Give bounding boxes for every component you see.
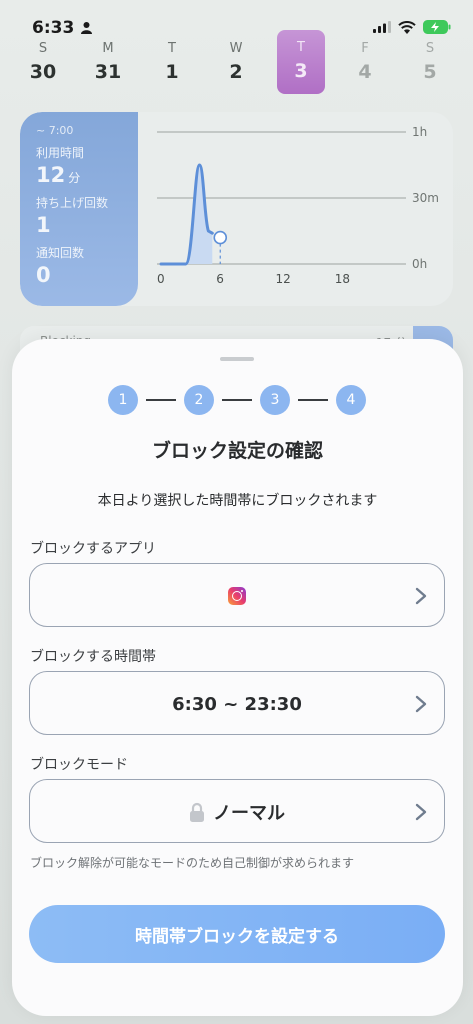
day-number: 31 [94,61,122,83]
signal-icon [373,21,391,33]
day-number: 4 [358,61,372,83]
sheet-title: ブロック設定の確認 [151,440,323,462]
step-1: 1 [108,385,138,415]
usage-time-unit: 分 [68,171,81,185]
lock-icon [190,802,204,822]
y-tick-label: 1h [412,125,427,139]
status-indicators [373,20,451,34]
apps-field-content [30,564,444,628]
block-mode-field[interactable]: ノーマル [29,779,445,843]
apps-label: ブロックするアプリ [30,541,156,557]
pickups-label: 持ち上げ回数 [36,196,109,210]
mode-note: ブロック解除が可能なモードのため自己制御が求められます [30,856,355,870]
day-number: 1 [165,61,179,83]
time-range-label: ブロックする時間帯 [30,649,156,665]
day-letter: S [38,41,48,56]
day-letter: W [229,41,243,56]
x-tick-label: 0 [157,272,165,286]
step-4: 4 [336,385,366,415]
wifi-icon [398,20,416,34]
usage-summary: ~ 7:00 利用時間 12 分 持ち上げ回数 1 通知回数 0 [20,112,138,306]
day-number: 2 [229,61,243,83]
day-number: 3 [294,60,308,82]
time-range: ~ 7:00 [36,124,74,137]
set-block-button[interactable]: 時間帯ブロックを設定する [29,905,445,963]
sheet-grabber[interactable] [220,357,254,361]
step-indicator: 1 2 3 4 [108,385,366,415]
day-5[interactable]: F4 [341,38,389,94]
day-4[interactable]: T3 [277,30,325,94]
block-mode-field-content: ノーマル [30,780,444,844]
x-tick-label: 12 [276,272,291,286]
step-connector [146,399,176,401]
current-time-marker [213,230,228,245]
time-range-value: 6:30 ~ 23:30 [172,693,302,715]
apps-select-field[interactable] [29,563,445,627]
status-time: 6:33 [32,18,75,38]
y-tick-label: 30m [412,191,439,205]
chevron-right-icon [415,803,427,821]
chevron-right-icon [415,695,427,713]
day-3[interactable]: W2 [212,38,260,94]
day-letter: M [102,41,114,56]
step-2: 2 [184,385,214,415]
day-letter: T [297,40,305,55]
battery-charging-icon [423,20,451,34]
day-number: 30 [29,61,57,83]
x-tick-label: 6 [216,272,224,286]
usage-time-value: 12 分 [36,163,81,187]
time-range-field[interactable]: 6:30 ~ 23:30 [29,671,445,735]
sheet-subtitle: 本日より選択した時間帯にブロックされます [97,493,378,509]
notifications-value: 0 [36,263,51,287]
day-letter: S [425,41,435,56]
usage-time-label: 利用時間 [36,146,85,160]
chevron-right-icon [415,587,427,605]
day-letter: T [168,41,176,56]
time-range-field-content: 6:30 ~ 23:30 [30,672,444,736]
day-1[interactable]: M 31 [84,38,132,94]
step-connector [222,399,252,401]
day-2[interactable]: T1 [148,38,196,94]
person-icon [81,22,92,34]
day-6[interactable]: S5 [406,38,454,94]
block-mode-label: ブロックモード [30,757,128,773]
step-connector [298,399,328,401]
pickups-value: 1 [36,213,51,237]
block-mode-value: ノーマル [213,803,285,824]
usage-stats-card[interactable]: 1h 30m 0h 0 6 12 18 ~ 7:00 利用時間 12 分 持ち上げ回数 1 通… [20,112,453,306]
day-number: 5 [423,61,437,83]
status-bar: 6:33 [0,0,473,40]
x-tick-label: 18 [335,272,350,286]
step-3: 3 [260,385,290,415]
week-strip: S 30 M 31 T 1 W 2 T 3 F 4 S 5 [0,30,473,94]
y-tick-label: 0h [412,257,427,271]
day-0[interactable]: S 30 [19,38,67,94]
notifications-label: 通知回数 [36,246,85,260]
instagram-icon [228,587,246,605]
block-confirm-sheet: 1 2 3 4 ブロック設定の確認 本日より選択した時間帯にブロックされます ブ… [12,339,463,1016]
day-letter: F [361,41,369,56]
